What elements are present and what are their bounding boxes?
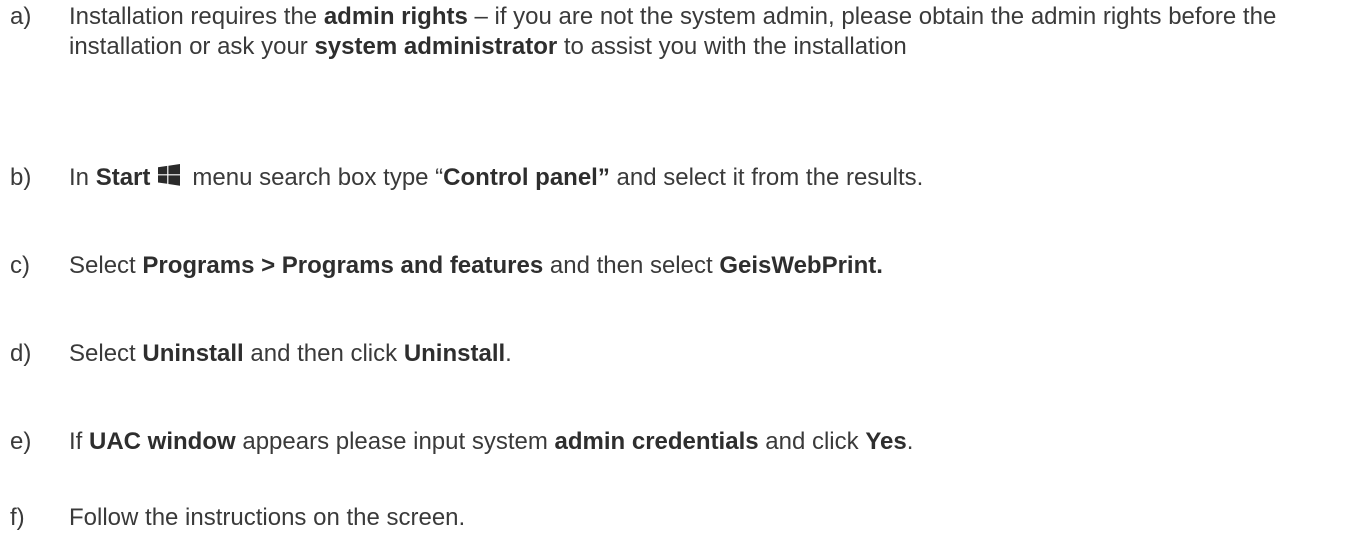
step-text-bold-segment: Yes	[865, 428, 907, 455]
step-text: Select Programs > Programs and features …	[69, 251, 1319, 281]
step-text-segment: .	[906, 428, 914, 455]
step-text-segment: and then select	[543, 252, 720, 279]
step-text-segment: and then click	[243, 340, 404, 367]
step-text: Installation requires the admin rights –…	[69, 2, 1319, 62]
step-text: Select Uninstall and then click Uninstal…	[69, 339, 1319, 369]
step-text-segment: If	[69, 428, 90, 455]
step-text-segment: and click	[758, 428, 866, 455]
step-letter: e)	[10, 428, 32, 455]
step-text-segment: Select	[69, 340, 143, 367]
step-text-bold-segment: Programs > Programs and features	[142, 252, 544, 279]
windows-logo-icon	[158, 164, 181, 186]
step-text-bold-segment: GeisWebPrint.	[719, 252, 883, 279]
step-text: If UAC window appears please input syste…	[69, 427, 1319, 457]
step-text-bold-segment: Uninstall	[142, 340, 244, 367]
step-text-segment: Follow the instructions on the screen.	[69, 504, 466, 531]
step-text-segment: Select	[69, 252, 143, 279]
step-letter: b)	[10, 164, 32, 191]
step-text-bold-segment: Control panel”	[443, 164, 610, 191]
step-letter: a)	[10, 3, 32, 30]
step-text: In Start menu search box type “Control pa…	[69, 163, 1319, 193]
step-text-segment: appears please input system	[235, 428, 555, 455]
step-text-segment: .	[505, 340, 512, 367]
step-letter: d)	[10, 340, 32, 367]
step-text-bold-segment: admin credentials	[554, 428, 759, 455]
step-text-segment: menu search box type “	[192, 164, 444, 191]
step-text-bold-segment: Uninstall	[403, 340, 506, 367]
step-letter: f)	[10, 504, 25, 531]
step-text-bold-segment: admin rights	[323, 3, 468, 30]
step-text: Follow the instructions on the screen.	[69, 503, 1319, 533]
step-text-segment: In	[69, 164, 96, 191]
step-text-bold-segment: system administrator	[314, 33, 558, 60]
step-text-bold-segment: Start	[95, 164, 151, 191]
step-letter: c)	[10, 252, 30, 279]
step-text-segment: to assist you with the installation	[557, 33, 907, 60]
step-text-segment: and select it from the results.	[609, 164, 924, 191]
step-text-segment: Installation requires the	[69, 3, 324, 30]
step-text-bold-segment: UAC window	[89, 428, 236, 455]
instruction-steps: a) Installation requires the admin right…	[0, 0, 1368, 543]
